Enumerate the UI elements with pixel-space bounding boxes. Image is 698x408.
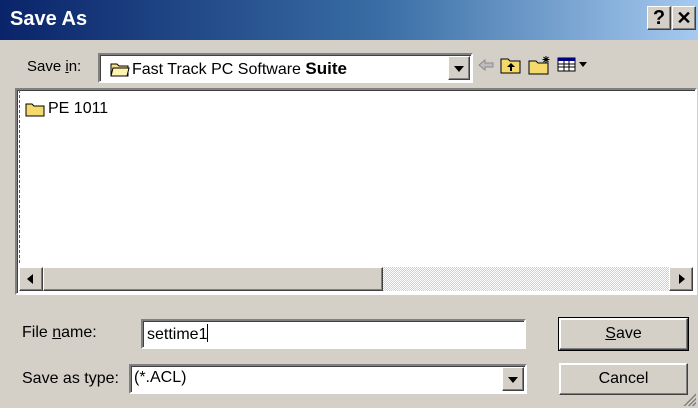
chevron-down-icon[interactable] bbox=[502, 367, 524, 391]
save-in-label: Save in: bbox=[27, 58, 82, 75]
save-in-value: Fast Track PC Software Suite bbox=[132, 59, 347, 78]
file-name-input[interactable]: settime1 bbox=[141, 319, 526, 349]
save-as-type-label: Save as type: bbox=[22, 370, 119, 387]
text-caret bbox=[207, 324, 209, 342]
help-button[interactable]: ? bbox=[647, 6, 671, 30]
close-icon: ✕ bbox=[676, 8, 692, 28]
save-as-type-value: (*.ACL) bbox=[134, 369, 187, 386]
file-name-label: File name: bbox=[22, 324, 97, 341]
folder-icon bbox=[25, 103, 45, 117]
up-folder-icon[interactable] bbox=[500, 55, 522, 75]
window-title: Save As bbox=[10, 8, 88, 30]
close-button[interactable]: ✕ bbox=[672, 6, 696, 30]
new-folder-icon[interactable] bbox=[528, 55, 552, 75]
cancel-button[interactable]: Cancel bbox=[559, 363, 688, 395]
title-bar[interactable]: Save As ? ✕ bbox=[0, 0, 698, 40]
scroll-thumb[interactable] bbox=[43, 267, 383, 291]
save-button[interactable]: Save bbox=[558, 317, 689, 351]
save-as-dialog: Save As ? ✕ Save in: Fast Track PC Softw… bbox=[0, 0, 698, 408]
list-edge bbox=[19, 90, 20, 263]
file-name: PE 1011 bbox=[48, 100, 109, 117]
open-folder-icon bbox=[110, 63, 130, 77]
list-item[interactable]: PE 1011 bbox=[25, 100, 108, 118]
back-arrow-icon[interactable] bbox=[476, 55, 496, 75]
chevron-down-icon[interactable] bbox=[448, 56, 470, 80]
scroll-right-icon[interactable] bbox=[669, 267, 693, 291]
horizontal-scrollbar[interactable] bbox=[19, 267, 693, 291]
file-list[interactable]: PE 1011 bbox=[15, 88, 697, 295]
save-as-type-dropdown[interactable]: (*.ACL) bbox=[129, 364, 527, 394]
scroll-left-icon[interactable] bbox=[19, 267, 43, 291]
save-in-dropdown[interactable]: Fast Track PC Software Suite bbox=[98, 53, 473, 83]
resize-grip-icon[interactable] bbox=[682, 392, 696, 406]
view-menu-icon[interactable] bbox=[557, 55, 591, 75]
